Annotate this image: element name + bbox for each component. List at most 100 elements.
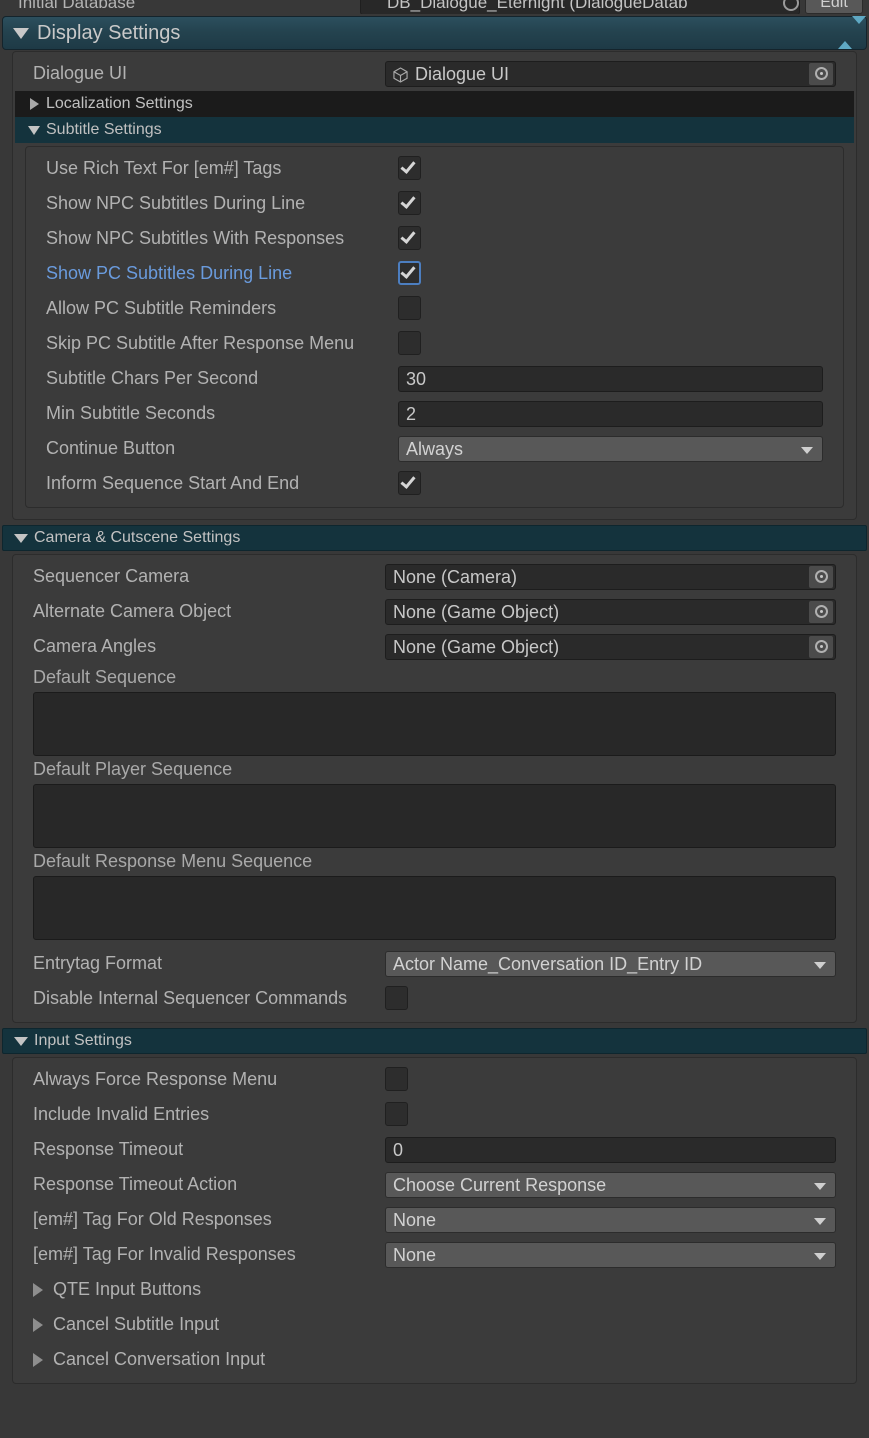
checkbox-use-rich-text[interactable] bbox=[398, 156, 421, 180]
input-settings-group: Always Force Response Menu Include Inval… bbox=[12, 1057, 857, 1384]
row-camera-angles: Camera Angles None (Game Object) bbox=[13, 629, 856, 664]
row-label: Camera Angles bbox=[33, 636, 157, 656]
objectfield-alternate-camera-object[interactable]: None (Game Object) bbox=[385, 598, 836, 625]
camera-cutscene-settings-header[interactable]: Camera & Cutscene Settings bbox=[2, 525, 867, 551]
checkbox-always-force-response-menu[interactable] bbox=[385, 1067, 408, 1091]
input-response-timeout[interactable]: 0 bbox=[385, 1136, 836, 1163]
row-label: Always Force Response Menu bbox=[33, 1069, 278, 1089]
foldout-label: QTE Input Buttons bbox=[53, 1279, 202, 1299]
triangle-right-icon bbox=[30, 98, 39, 110]
checkbox-show-pc-subtitles-during-line[interactable] bbox=[398, 261, 421, 285]
row-label: Use Rich Text For [em#] Tags bbox=[46, 158, 282, 178]
dialogue-ui-label: Dialogue UI bbox=[33, 63, 128, 83]
input-settings-title: Input Settings bbox=[34, 1032, 132, 1049]
row-label: Response Timeout bbox=[33, 1139, 184, 1159]
triangle-down-icon bbox=[13, 27, 29, 39]
dialogue-ui-row: Dialogue UI Dialogue UI bbox=[13, 56, 856, 91]
triangle-right-icon bbox=[33, 1352, 43, 1367]
row-response-timeout-action: Response Timeout Action Choose Current R… bbox=[13, 1167, 856, 1202]
subtitle-settings-group: Use Rich Text For [em#] Tags Show NPC Su… bbox=[25, 146, 844, 508]
input-settings-header[interactable]: Input Settings bbox=[2, 1028, 867, 1054]
row-subtitle-chars-per-second: Subtitle Chars Per Second 30 bbox=[26, 361, 843, 396]
checkbox-show-npc-subtitles-during-line[interactable] bbox=[398, 191, 421, 215]
input-min-subtitle-seconds[interactable]: 2 bbox=[398, 400, 823, 427]
chevron-down-icon bbox=[814, 1182, 826, 1190]
row-label: [em#] Tag For Old Responses bbox=[33, 1209, 272, 1229]
triangle-right-icon bbox=[33, 1317, 43, 1332]
object-picker-icon[interactable] bbox=[809, 600, 833, 623]
row-label: Inform Sequence Start And End bbox=[46, 473, 300, 493]
checkbox-allow-pc-subtitle-reminders[interactable] bbox=[398, 296, 421, 320]
row-entrytag-format: Entrytag Format Actor Name_Conversation … bbox=[13, 946, 856, 981]
initial-database-row: Initial Database DB_Dialogue_Eternight (… bbox=[0, 0, 869, 14]
row-label: Skip PC Subtitle After Response Menu bbox=[46, 333, 355, 353]
row-include-invalid-entries: Include Invalid Entries bbox=[13, 1097, 856, 1132]
row-label: Min Subtitle Seconds bbox=[46, 403, 216, 423]
row-label: Allow PC Subtitle Reminders bbox=[46, 298, 277, 318]
object-picker-icon[interactable] bbox=[809, 635, 833, 658]
inspector-panel: Initial Database DB_Dialogue_Eternight (… bbox=[0, 0, 869, 1438]
objectfield-value: None (Game Object) bbox=[393, 636, 560, 657]
checkbox-skip-pc-subtitle-after-response-menu[interactable] bbox=[398, 331, 421, 355]
objectfield-camera-angles[interactable]: None (Game Object) bbox=[385, 633, 836, 660]
row-label: Alternate Camera Object bbox=[33, 601, 232, 621]
checkbox-include-invalid-entries[interactable] bbox=[385, 1102, 408, 1126]
dropdown-entrytag-format[interactable]: Actor Name_Conversation ID_Entry ID bbox=[385, 950, 836, 977]
textarea-default-sequence[interactable] bbox=[33, 692, 836, 756]
dropdown-value: Choose Current Response bbox=[393, 1174, 607, 1195]
chevron-down-icon bbox=[814, 961, 826, 969]
textarea-default-player-sequence[interactable] bbox=[33, 784, 836, 848]
input-subtitle-chars-per-second[interactable]: 30 bbox=[398, 365, 823, 392]
subtitle-settings-label: Subtitle Settings bbox=[46, 121, 162, 138]
display-settings-foldout[interactable]: Display Settings bbox=[2, 16, 867, 50]
row-label: Disable Internal Sequencer Commands bbox=[33, 988, 348, 1008]
objectfield-sequencer-camera[interactable]: None (Camera) bbox=[385, 563, 836, 590]
dropdown-em-tag-for-invalid-responses[interactable]: None bbox=[385, 1241, 836, 1268]
dropdown-em-tag-for-old-responses[interactable]: None bbox=[385, 1206, 836, 1233]
dropdown-response-timeout-action[interactable]: Choose Current Response bbox=[385, 1171, 836, 1198]
dropdown-value: Actor Name_Conversation ID_Entry ID bbox=[393, 953, 703, 974]
triangle-down-icon bbox=[28, 125, 40, 135]
initial-database-field[interactable]: DB_Dialogue_Eternight (DialogueDatab bbox=[360, 0, 800, 14]
row-min-subtitle-seconds: Min Subtitle Seconds 2 bbox=[26, 396, 843, 431]
foldout-label: Cancel Conversation Input bbox=[53, 1349, 266, 1369]
checkbox-show-npc-subtitles-with-responses[interactable] bbox=[398, 226, 421, 250]
row-label: Show NPC Subtitles During Line bbox=[46, 193, 306, 213]
dropdown-continue-button[interactable]: Always bbox=[398, 435, 823, 462]
display-settings-title: Display Settings bbox=[37, 21, 181, 44]
row-label: Include Invalid Entries bbox=[33, 1104, 210, 1124]
row-use-rich-text: Use Rich Text For [em#] Tags bbox=[26, 151, 843, 186]
default-response-menu-sequence-label: Default Response Menu Sequence bbox=[33, 851, 313, 871]
chevron-down-icon bbox=[801, 446, 813, 454]
row-continue-button: Continue Button Always bbox=[26, 431, 843, 466]
object-picker-icon[interactable] bbox=[809, 62, 833, 85]
dialogue-ui-value: Dialogue UI bbox=[415, 63, 510, 84]
display-settings-group: Dialogue UI Dialogue UI Localization Set… bbox=[12, 51, 857, 520]
checkbox-inform-sequence-start-and-end[interactable] bbox=[398, 471, 421, 495]
edit-database-button[interactable]: Edit bbox=[805, 0, 863, 14]
row-always-force-response-menu: Always Force Response Menu bbox=[13, 1062, 856, 1097]
dialogue-ui-field[interactable]: Dialogue UI bbox=[385, 60, 836, 87]
prefab-cube-icon bbox=[393, 66, 408, 83]
default-player-sequence-label: Default Player Sequence bbox=[33, 759, 233, 779]
textarea-default-response-menu-sequence[interactable] bbox=[33, 876, 836, 940]
row-disable-internal-sequencer-commands: Disable Internal Sequencer Commands bbox=[13, 981, 856, 1016]
row-label: Subtitle Chars Per Second bbox=[46, 368, 259, 388]
localization-settings-foldout[interactable]: Localization Settings bbox=[15, 91, 854, 117]
checkbox-disable-internal-sequencer-commands[interactable] bbox=[385, 986, 408, 1010]
foldout-cancel-subtitle-input[interactable]: Cancel Subtitle Input bbox=[13, 1307, 856, 1342]
row-response-timeout: Response Timeout 0 bbox=[13, 1132, 856, 1167]
foldout-label: Cancel Subtitle Input bbox=[53, 1314, 220, 1334]
sort-arrows-icon[interactable] bbox=[838, 16, 866, 49]
row-inform-sequence-start-and-end: Inform Sequence Start And End bbox=[26, 466, 843, 501]
dropdown-value: Always bbox=[406, 438, 464, 459]
foldout-qte-input-buttons[interactable]: QTE Input Buttons bbox=[13, 1272, 856, 1307]
foldout-cancel-conversation-input[interactable]: Cancel Conversation Input bbox=[13, 1342, 856, 1377]
object-picker-icon[interactable] bbox=[809, 565, 833, 588]
row-label: Show NPC Subtitles With Responses bbox=[46, 228, 345, 248]
row-em-tag-for-invalid-responses: [em#] Tag For Invalid Responses None bbox=[13, 1237, 856, 1272]
initial-database-label: Initial Database bbox=[18, 0, 136, 12]
camera-cutscene-settings-group: Sequencer Camera None (Camera) Alternate… bbox=[12, 554, 857, 1023]
row-alternate-camera-object: Alternate Camera Object None (Game Objec… bbox=[13, 594, 856, 629]
subtitle-settings-foldout[interactable]: Subtitle Settings bbox=[15, 117, 854, 143]
